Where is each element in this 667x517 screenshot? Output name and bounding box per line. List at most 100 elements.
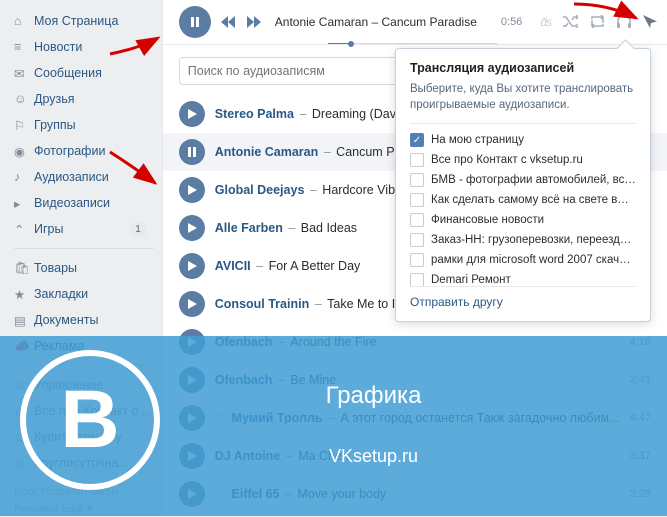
sidebar-item[interactable]: ⚐Группы xyxy=(14,112,162,138)
sidebar-item[interactable]: ≡Новости xyxy=(14,34,162,60)
track-artist[interactable]: Global Deejays xyxy=(215,183,305,197)
sidebar-item[interactable]: ◉Фотографии xyxy=(14,138,162,164)
divider xyxy=(14,365,154,366)
checkbox[interactable] xyxy=(410,273,424,287)
sidebar-item-label: Игры xyxy=(34,222,63,236)
star-icon: ★ xyxy=(14,286,34,302)
checkbox[interactable] xyxy=(410,233,424,247)
track-row[interactable]: DJ Antoine – Ma Cheri3:37 xyxy=(163,437,667,475)
sidebar-item[interactable]: ⚙Купите технику xyxy=(14,424,162,450)
checkbox[interactable] xyxy=(410,253,424,267)
sidebar-item-label: Все про Контакт о ... xyxy=(34,404,152,418)
checkbox[interactable] xyxy=(410,193,424,207)
popup-options: ✓На мою страницу Все про Контакт с vksetu… xyxy=(410,123,636,287)
track-row[interactable]: ♡Eiffel 65 – Move your body3:28 xyxy=(163,475,667,513)
sidebar-item[interactable]: ⚙Все про Контакт о ... xyxy=(14,398,162,424)
msg-icon: ✉ xyxy=(14,65,34,81)
track-artist[interactable]: Antonie Camaran xyxy=(215,145,319,159)
option-label: рамки для microsoft word 2007 скачать xyxy=(431,254,636,266)
option-label: Demari Ремонт xyxy=(431,274,511,286)
sidebar-item[interactable]: 📣Реклама xyxy=(14,333,162,359)
sidebar-item[interactable]: ▸Видеозаписи xyxy=(14,190,162,216)
sidebar-item[interactable]: ⌃Игры 1 xyxy=(14,216,162,242)
sidebar-item[interactable]: ⌂Моя Страница xyxy=(14,8,162,34)
headphones-icon[interactable] xyxy=(617,15,631,29)
gear-icon: ⚙ xyxy=(14,377,34,393)
badge: 1 xyxy=(130,223,146,236)
track-row[interactable]: Ofenbach – Be Mine2:41 xyxy=(163,361,667,399)
sidebar-item-label: Управление xyxy=(34,378,104,392)
prev-button[interactable] xyxy=(219,13,237,31)
checkbox[interactable] xyxy=(410,173,424,187)
broadcast-option[interactable]: Финансовые новости xyxy=(410,210,636,230)
track-artist[interactable]: Alle Farben xyxy=(215,221,283,235)
track-artist[interactable]: AVICII xyxy=(215,259,251,273)
track-title: Move your body xyxy=(297,487,386,501)
track-play-button[interactable] xyxy=(179,215,205,241)
track-play-button[interactable] xyxy=(179,405,205,431)
sidebar-item-label: Товары xyxy=(34,261,77,275)
sidebar-item[interactable]: ⚙Круглосуточна... xyxy=(14,450,162,476)
sidebar-item[interactable]: ★Закладки xyxy=(14,281,162,307)
track-play-button[interactable] xyxy=(179,367,205,393)
broadcast-option[interactable]: БМВ - фотографии автомобилей, все п... xyxy=(410,170,636,190)
checkbox[interactable]: ✓ xyxy=(410,133,424,147)
sidebar-item-label: Закладки xyxy=(34,287,88,301)
popup-title: Трансляция аудиозаписей xyxy=(410,61,636,75)
track-artist[interactable]: DJ Antoine xyxy=(215,449,281,463)
games-icon: ⌃ xyxy=(14,221,34,237)
broadcast-option[interactable]: Demari Ремонт xyxy=(410,270,636,287)
next-button[interactable] xyxy=(245,13,263,31)
divider xyxy=(14,248,154,249)
broadcast-icon[interactable] xyxy=(643,15,657,29)
track-play-button[interactable] xyxy=(179,101,205,127)
gear-icon: ⚙ xyxy=(14,429,34,445)
play-pause-button[interactable] xyxy=(179,6,211,38)
track-artist[interactable]: Мумий Тролль xyxy=(232,411,323,425)
progress-bar[interactable] xyxy=(328,43,497,45)
track-play-button[interactable] xyxy=(179,139,205,165)
track-duration: 3:37 xyxy=(630,450,651,462)
send-to-friend-link[interactable]: Отправить другу xyxy=(410,287,503,309)
checkbox[interactable] xyxy=(410,153,424,167)
sidebar-item[interactable]: ☺Друзья xyxy=(14,86,162,112)
option-label: Все про Контакт с vksetup.ru xyxy=(431,154,583,166)
checkbox[interactable] xyxy=(410,213,424,227)
broadcast-popup: Трансляция аудиозаписей Выберите, куда В… xyxy=(395,48,651,322)
track-row[interactable]: Ofenbach – Around the Fire4:16 xyxy=(163,323,667,361)
track-text: Global Deejays – Hardcore Vibes xyxy=(215,183,408,197)
lastfm-icon[interactable]: ɑ̃s xyxy=(540,15,551,29)
track-row[interactable]: ♡Мумий Тролль – А этот город останется Т… xyxy=(163,399,667,437)
sidebar-item-label: Моя Страница xyxy=(34,14,118,28)
repeat-icon[interactable] xyxy=(590,15,605,29)
option-label: БМВ - фотографии автомобилей, все п... xyxy=(431,174,636,186)
photo-icon: ◉ xyxy=(14,143,34,159)
broadcast-option[interactable]: Все про Контакт с vksetup.ru xyxy=(410,150,636,170)
track-play-button[interactable] xyxy=(179,443,205,469)
video-icon: ▸ xyxy=(14,195,34,211)
track-artist[interactable]: Ofenbach xyxy=(215,373,273,387)
sidebar-item[interactable]: ⚙Управление xyxy=(14,372,162,398)
track-play-button[interactable] xyxy=(179,253,205,279)
track-artist[interactable]: Eiffel 65 xyxy=(232,487,280,501)
track-play-button[interactable] xyxy=(179,291,205,317)
broadcast-option[interactable]: рамки для microsoft word 2007 скачать xyxy=(410,250,636,270)
track-artist[interactable]: Stereo Palma xyxy=(215,107,294,121)
sidebar-item[interactable]: ▤Документы xyxy=(14,307,162,333)
broadcast-option[interactable]: ✓На мою страницу xyxy=(410,130,636,150)
track-artist[interactable]: Consoul Trainin xyxy=(215,297,309,311)
track-play-button[interactable] xyxy=(179,481,205,507)
ad-icon: 📣 xyxy=(14,338,34,354)
main-panel: Antonie Camaran – Cancum Paradise 0:56 ɑ… xyxy=(162,0,667,516)
shuffle-icon[interactable] xyxy=(563,15,578,29)
broadcast-option[interactable]: Как сделать самому всё на свете вме... xyxy=(410,190,636,210)
broadcast-option[interactable]: Заказ-НН: грузоперевозки, переезды, ... xyxy=(410,230,636,250)
track-play-button[interactable] xyxy=(179,177,205,203)
sidebar-item[interactable]: ✉Сообщения xyxy=(14,60,162,86)
option-label: Финансовые новости xyxy=(431,214,544,226)
track-artist[interactable]: Ofenbach xyxy=(215,335,273,349)
sidebar-item[interactable]: ♪Аудиозаписи xyxy=(14,164,162,190)
sidebar-item[interactable]: 🛍Товары xyxy=(14,255,162,281)
gear-icon: ⚙ xyxy=(14,403,34,419)
track-play-button[interactable] xyxy=(179,329,205,355)
